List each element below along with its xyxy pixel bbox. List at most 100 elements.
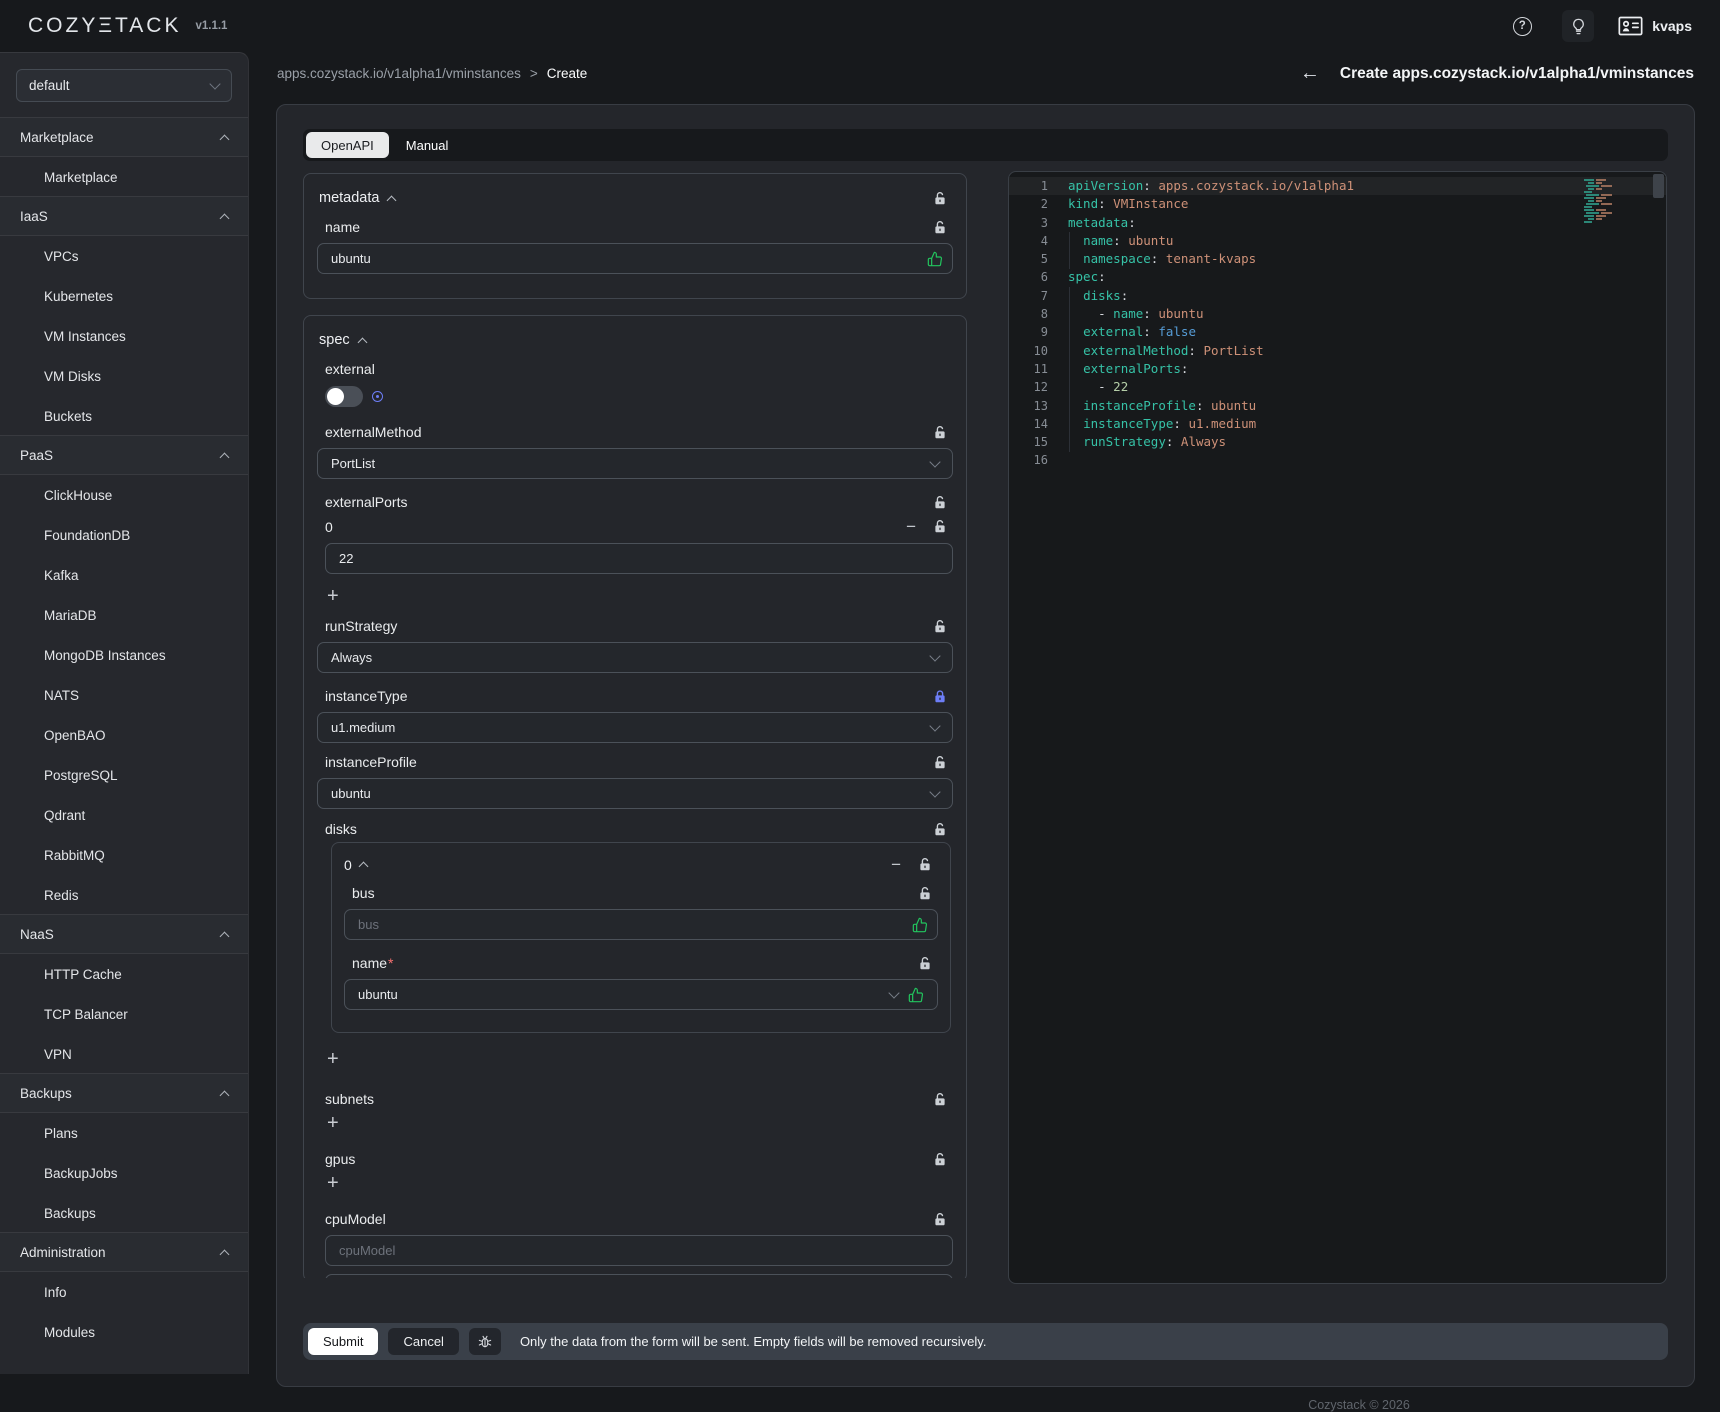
add-port-button[interactable]: +	[327, 586, 347, 606]
yaml-editor[interactable]: 1 apiVersion: apps.cozystack.io/v1alpha1…	[1008, 171, 1667, 1284]
sidebar-item[interactable]: Buckets	[0, 396, 248, 436]
sidebar-item[interactable]: Marketplace	[0, 117, 248, 157]
sidebar-item[interactable]: IaaS	[0, 196, 248, 236]
bug-icon	[477, 1334, 493, 1350]
sidebar-item[interactable]: FoundationDB	[0, 515, 248, 555]
sidebar-item[interactable]: VPCs	[0, 236, 248, 276]
remove-item-button[interactable]: −	[906, 518, 916, 535]
add-gpu-button[interactable]: +	[327, 1173, 347, 1193]
sidebar-item[interactable]: Kubernetes	[0, 276, 248, 316]
sidebar-item[interactable]: RabbitMQ	[0, 835, 248, 875]
line-code: external: false	[1068, 323, 1196, 341]
lock-open-icon[interactable]	[918, 956, 932, 971]
externalPorts-item-input[interactable]	[325, 543, 953, 574]
name-input[interactable]	[317, 243, 953, 274]
disk-item-toggle[interactable]: 0	[344, 857, 367, 873]
sidebar-item-label: NaaS	[20, 927, 54, 942]
editor-line: 10 externalMethod: PortList	[1009, 342, 1666, 360]
sidebar-item[interactable]: MariaDB	[0, 595, 248, 635]
disk-name-select[interactable]: ubuntu	[344, 979, 938, 1010]
sidebar-item[interactable]: OpenBAO	[0, 715, 248, 755]
submit-button[interactable]: Submit	[308, 1328, 378, 1355]
lock-open-icon[interactable]	[933, 1152, 947, 1167]
thumbs-up-icon	[908, 987, 924, 1003]
externalMethod-select[interactable]: PortList	[317, 448, 953, 479]
lock-open-icon[interactable]	[933, 495, 947, 510]
remove-disk-button[interactable]: −	[891, 856, 901, 873]
add-disk-button[interactable]: +	[327, 1049, 347, 1069]
lock-open-icon[interactable]	[933, 822, 947, 837]
sidebar-item[interactable]: Plans	[0, 1113, 248, 1153]
sidebar-item[interactable]: PostgreSQL	[0, 755, 248, 795]
sidebar-item[interactable]: Backups	[0, 1073, 248, 1113]
cpuModel-input[interactable]	[325, 1235, 953, 1266]
help-button[interactable]: ?	[1506, 10, 1538, 42]
lock-open-icon[interactable]	[933, 619, 947, 634]
sidebar-item[interactable]: BackupJobs	[0, 1153, 248, 1193]
breadcrumb-separator: >	[530, 66, 538, 81]
tab-openapi[interactable]: OpenAPI	[306, 132, 389, 158]
sidebar-item[interactable]: HTTP Cache	[0, 954, 248, 994]
sidebar-item-label: Redis	[44, 888, 79, 903]
sidebar-item-label: RabbitMQ	[44, 848, 105, 863]
namespace-select[interactable]: default	[16, 69, 232, 102]
lock-open-icon[interactable]	[933, 1092, 947, 1107]
externalPorts-item-index: 0	[325, 519, 333, 535]
sidebar-item[interactable]: PaaS	[0, 435, 248, 475]
cancel-button[interactable]: Cancel	[388, 1328, 458, 1355]
instanceType-select[interactable]: u1.medium	[317, 712, 953, 743]
bus-input[interactable]	[344, 909, 938, 940]
instanceProfile-select[interactable]: ubuntu	[317, 778, 953, 809]
lock-open-icon[interactable]	[918, 857, 932, 872]
editor-minimap[interactable]	[1584, 179, 1648, 224]
runStrategy-label: runStrategy	[325, 618, 397, 634]
sidebar-item[interactable]: Marketplace	[0, 157, 248, 197]
metadata-section-toggle[interactable]: metadata	[317, 190, 395, 206]
sidebar-item[interactable]: MongoDB Instances	[0, 635, 248, 675]
spec-title: spec	[319, 332, 350, 348]
editor-scrollbar[interactable]	[1653, 174, 1664, 198]
line-number: 7	[1009, 287, 1068, 305]
line-number: 14	[1009, 415, 1068, 433]
sidebar-item[interactable]: Info	[0, 1272, 248, 1312]
external-toggle[interactable]	[325, 386, 363, 407]
sidebar-item[interactable]: VM Disks	[0, 356, 248, 396]
sidebar-item[interactable]: VPN	[0, 1034, 248, 1074]
sidebar-item[interactable]: Administration	[0, 1232, 248, 1272]
lock-open-icon[interactable]	[933, 1212, 947, 1227]
line-number: 8	[1009, 305, 1068, 323]
sidebar-item[interactable]: Qdrant	[0, 795, 248, 835]
sidebar-item-label: Marketplace	[20, 130, 94, 145]
sidebar-item-label: MariaDB	[44, 608, 97, 623]
sidebar-item[interactable]: TCP Balancer	[0, 994, 248, 1034]
tab-manual[interactable]: Manual	[391, 132, 464, 158]
spec-section-toggle[interactable]: spec	[317, 332, 366, 348]
lock-open-icon[interactable]	[933, 191, 947, 206]
sidebar-item[interactable]: Redis	[0, 875, 248, 915]
lock-open-icon[interactable]	[933, 755, 947, 770]
runStrategy-select[interactable]: Always	[317, 642, 953, 673]
lock-closed-icon[interactable]	[933, 689, 947, 704]
lock-open-icon[interactable]	[933, 519, 947, 534]
sidebar-item[interactable]: NaaS	[0, 914, 248, 954]
add-subnet-button[interactable]: +	[327, 1113, 347, 1133]
cpuModel-label: cpuModel	[325, 1211, 386, 1227]
sidebar-item[interactable]: ClickHouse	[0, 475, 248, 515]
thumbs-up-icon	[912, 917, 928, 933]
lock-open-icon[interactable]	[918, 886, 932, 901]
lock-open-icon[interactable]	[933, 425, 947, 440]
lock-open-icon[interactable]	[933, 220, 947, 235]
user-menu[interactable]: kvaps	[1618, 16, 1692, 36]
breadcrumb-path[interactable]: apps.cozystack.io/v1alpha1/vminstances	[277, 66, 521, 81]
back-arrow-icon[interactable]: ←	[1300, 62, 1320, 85]
sidebar-item[interactable]: Backups	[0, 1193, 248, 1233]
theme-toggle-button[interactable]	[1562, 10, 1594, 42]
line-code: apiVersion: apps.cozystack.io/v1alpha1	[1068, 177, 1354, 195]
sidebar-item[interactable]: NATS	[0, 675, 248, 715]
sidebar-item[interactable]: VM Instances	[0, 316, 248, 356]
sidebar-item[interactable]: Kafka	[0, 555, 248, 595]
sidebar-item[interactable]: Modules	[0, 1312, 248, 1352]
debug-button[interactable]	[469, 1328, 501, 1355]
chevron-down-icon	[929, 786, 940, 797]
collapse-chevron-icon	[358, 862, 368, 872]
